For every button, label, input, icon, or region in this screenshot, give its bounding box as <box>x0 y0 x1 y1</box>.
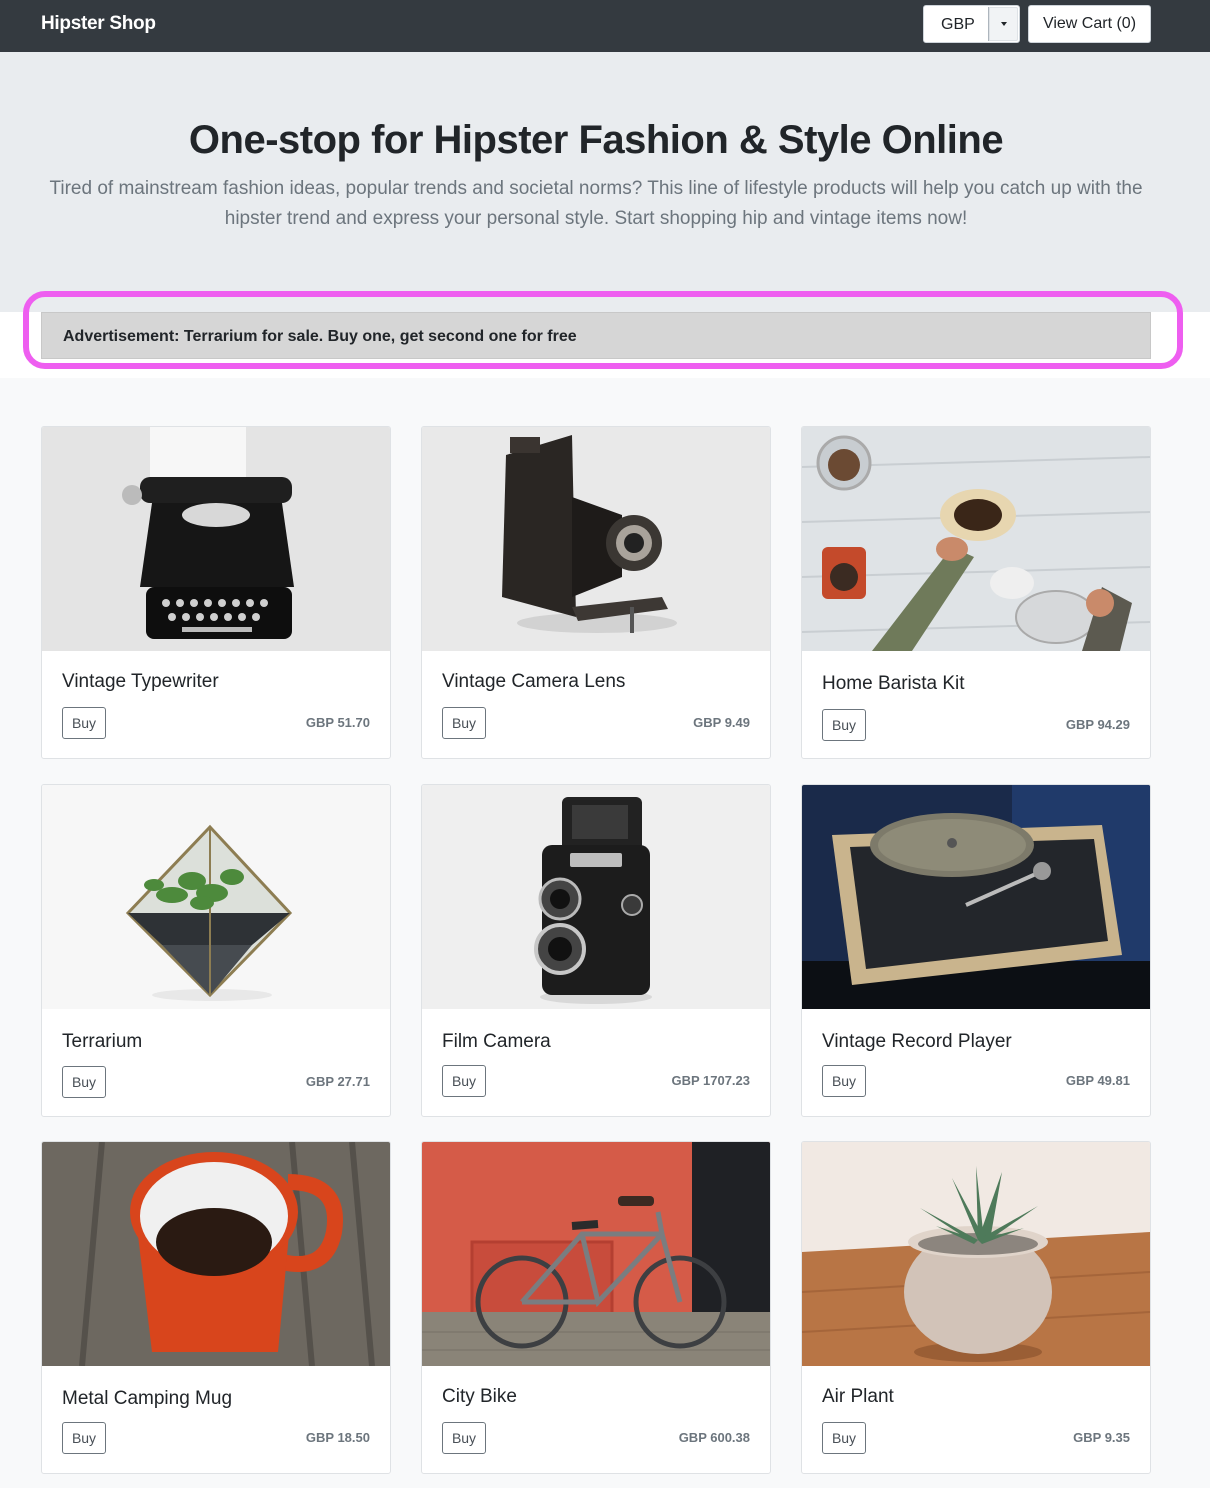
bike-image[interactable] <box>422 1142 770 1366</box>
product-price: GBP 9.35 <box>1073 1430 1130 1445</box>
ad-highlight-outline <box>23 291 1183 369</box>
product-price: GBP 1707.23 <box>671 1073 750 1088</box>
currency-value: GBP <box>941 16 975 33</box>
product-card[interactable]: Film Camera Buy GBP 1707.23 <box>421 784 771 1117</box>
product-card[interactable]: Vintage Typewriter Buy GBP 51.70 <box>41 426 391 759</box>
product-name[interactable]: City Bike <box>442 1386 517 1408</box>
product-card[interactable]: Home Barista Kit Buy GBP 94.29 <box>801 426 1151 759</box>
hero-title: One-stop for Hipster Fashion & Style Onl… <box>188 118 1004 162</box>
chevron-down-icon[interactable] <box>988 7 1018 41</box>
product-name[interactable]: Vintage Typewriter <box>62 671 219 693</box>
view-cart-button[interactable]: View Cart (0) <box>1028 5 1151 43</box>
buy-button[interactable]: Buy <box>822 1422 866 1454</box>
buy-button[interactable]: Buy <box>62 1066 106 1098</box>
product-name[interactable]: Film Camera <box>442 1031 551 1053</box>
buy-button[interactable]: Buy <box>62 1422 106 1454</box>
product-card[interactable]: Vintage Camera Lens Buy GBP 9.49 <box>421 426 771 759</box>
coffee-kit-image[interactable] <box>802 427 1150 651</box>
product-price: GBP 51.70 <box>305 715 370 730</box>
buy-button[interactable]: Buy <box>442 707 486 739</box>
film-camera-image[interactable] <box>422 785 770 1009</box>
product-name[interactable]: Air Plant <box>822 1386 894 1408</box>
product-card[interactable]: Air Plant Buy GBP 9.35 <box>801 1141 1151 1474</box>
product-price: GBP 600.38 <box>678 1430 750 1445</box>
hero-banner: One-stop for Hipster Fashion & Style Onl… <box>0 52 1210 312</box>
folding-camera-image[interactable] <box>422 427 770 651</box>
product-name[interactable]: Terrarium <box>62 1031 142 1053</box>
product-name[interactable]: Home Barista Kit <box>822 673 965 695</box>
product-card[interactable]: Terrarium Buy GBP 27.71 <box>41 784 391 1117</box>
buy-button[interactable]: Buy <box>442 1065 486 1097</box>
product-price: GBP 94.29 <box>1065 717 1130 732</box>
typewriter-image[interactable] <box>42 427 390 651</box>
terrarium-image[interactable] <box>42 785 390 1009</box>
hero-description: Tired of mainstream fashion ideas, popul… <box>49 178 1143 229</box>
buy-button[interactable]: Buy <box>62 707 106 739</box>
product-price: GBP 27.71 <box>305 1074 370 1089</box>
currency-select[interactable]: GBP <box>923 5 1020 43</box>
buy-button[interactable]: Buy <box>442 1422 486 1454</box>
mug-image[interactable] <box>42 1142 390 1366</box>
plant-image[interactable] <box>802 1142 1150 1366</box>
record-player-image[interactable] <box>802 785 1150 1009</box>
product-name[interactable]: Vintage Camera Lens <box>442 671 625 693</box>
product-name[interactable]: Metal Camping Mug <box>62 1388 232 1410</box>
brand-logo[interactable]: Hipster Shop <box>41 13 156 35</box>
buy-button[interactable]: Buy <box>822 1065 866 1097</box>
product-card[interactable]: City Bike Buy GBP 600.38 <box>421 1141 771 1474</box>
buy-button[interactable]: Buy <box>822 709 866 741</box>
product-price: GBP 18.50 <box>305 1430 370 1445</box>
product-card[interactable]: Vintage Record Player Buy GBP 49.81 <box>801 784 1151 1117</box>
product-name[interactable]: Vintage Record Player <box>822 1031 1012 1053</box>
product-card[interactable]: Metal Camping Mug Buy GBP 18.50 <box>41 1141 391 1474</box>
product-price: GBP 9.49 <box>693 715 750 730</box>
product-price: GBP 49.81 <box>1065 1073 1130 1088</box>
top-navbar: Hipster Shop GBP View Cart (0) <box>0 0 1210 52</box>
